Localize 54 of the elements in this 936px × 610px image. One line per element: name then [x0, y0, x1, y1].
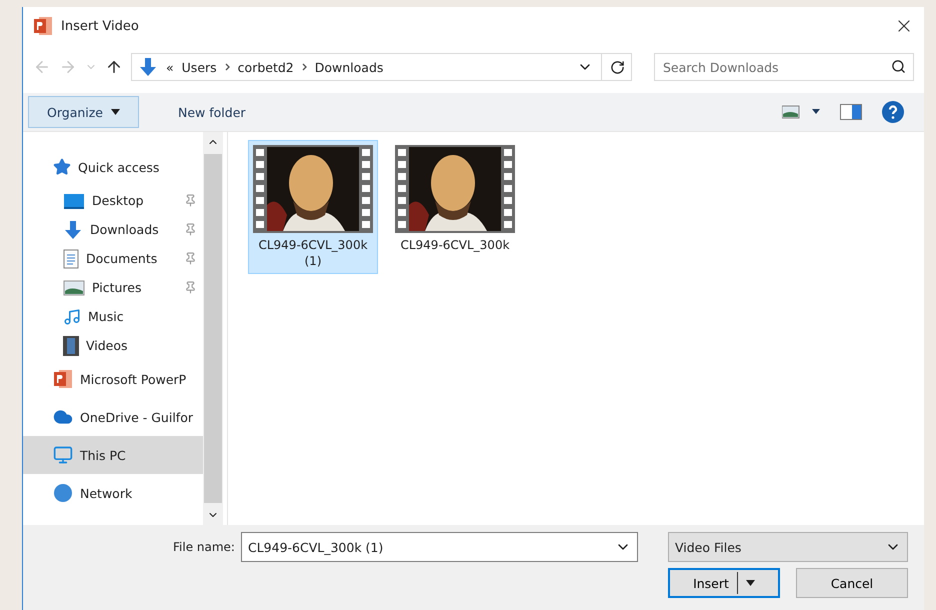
sidebar-item[interactable]: Music	[23, 302, 203, 331]
scrollbar[interactable]	[203, 132, 223, 525]
document-icon	[63, 248, 79, 268]
file-type-dropdown[interactable]: Video Files	[668, 532, 908, 562]
sidebar-item[interactable]: Downloads	[23, 215, 203, 244]
down-arrow-icon	[63, 220, 83, 240]
sidebar-item[interactable]: Desktop	[23, 186, 203, 215]
powerpoint-icon	[33, 16, 53, 36]
file-tile[interactable]: CL949-6CVL_300k (1)	[248, 140, 378, 274]
new-folder-button[interactable]: New folder	[159, 96, 265, 128]
view-icon[interactable]	[782, 105, 820, 119]
desktop-icon	[63, 192, 85, 208]
pin-icon	[184, 252, 197, 265]
music-note-icon	[63, 308, 81, 326]
globe-icon	[53, 483, 73, 503]
powerpoint-icon	[53, 369, 73, 389]
picture-icon	[63, 280, 85, 296]
chevron-right-icon	[224, 63, 230, 71]
insert-button[interactable]: Insert	[668, 568, 780, 598]
window-title: Insert Video	[61, 18, 140, 34]
file-name-field[interactable]: CL949-6CVL_300k (1)	[240, 532, 638, 562]
sidebar-item[interactable]: Network	[23, 474, 203, 512]
sidebar-item[interactable]: Quick access	[23, 148, 203, 186]
star-icon	[53, 158, 71, 176]
caret-icon	[111, 109, 120, 115]
breadcrumb[interactable]: Users	[182, 60, 217, 74]
caret-icon	[746, 580, 755, 586]
search-icon	[891, 59, 906, 74]
address-bar[interactable]: « Users corbetd2 Downloads	[131, 53, 632, 81]
sidebar-item[interactable]: OneDrive - Guilfor	[23, 398, 203, 436]
sidebar-item[interactable]: Pictures	[23, 273, 203, 302]
file-name-label: File name:	[173, 540, 235, 554]
sidebar-item[interactable]: Microsoft PowerP	[23, 360, 203, 398]
film-icon	[63, 336, 79, 356]
sidebar-item[interactable]: Videos	[23, 331, 203, 360]
sidebar-item[interactable]: This PC	[23, 436, 203, 474]
help-icon[interactable]	[882, 101, 904, 123]
breadcrumb[interactable]: Downloads	[314, 60, 384, 74]
pin-icon	[184, 223, 197, 236]
overflow-chevron[interactable]: «	[166, 60, 174, 74]
refresh-icon[interactable]	[610, 60, 625, 74]
preview-pane-icon[interactable]	[840, 104, 862, 120]
up-button[interactable]	[105, 58, 123, 76]
down-arrow-icon	[138, 57, 158, 77]
organize-button[interactable]: Organize	[28, 96, 139, 128]
monitor-icon	[53, 445, 73, 465]
search-field[interactable]: Search Downloads	[654, 53, 914, 81]
file-tile[interactable]: CL949-6CVL_300k	[390, 140, 520, 258]
pin-icon	[184, 194, 197, 207]
chevron-right-icon	[302, 63, 307, 71]
pin-icon	[184, 281, 197, 294]
breadcrumb[interactable]: corbetd2	[238, 60, 294, 74]
sidebar-item[interactable]: Documents	[23, 244, 203, 273]
cancel-button[interactable]: Cancel	[796, 568, 908, 598]
